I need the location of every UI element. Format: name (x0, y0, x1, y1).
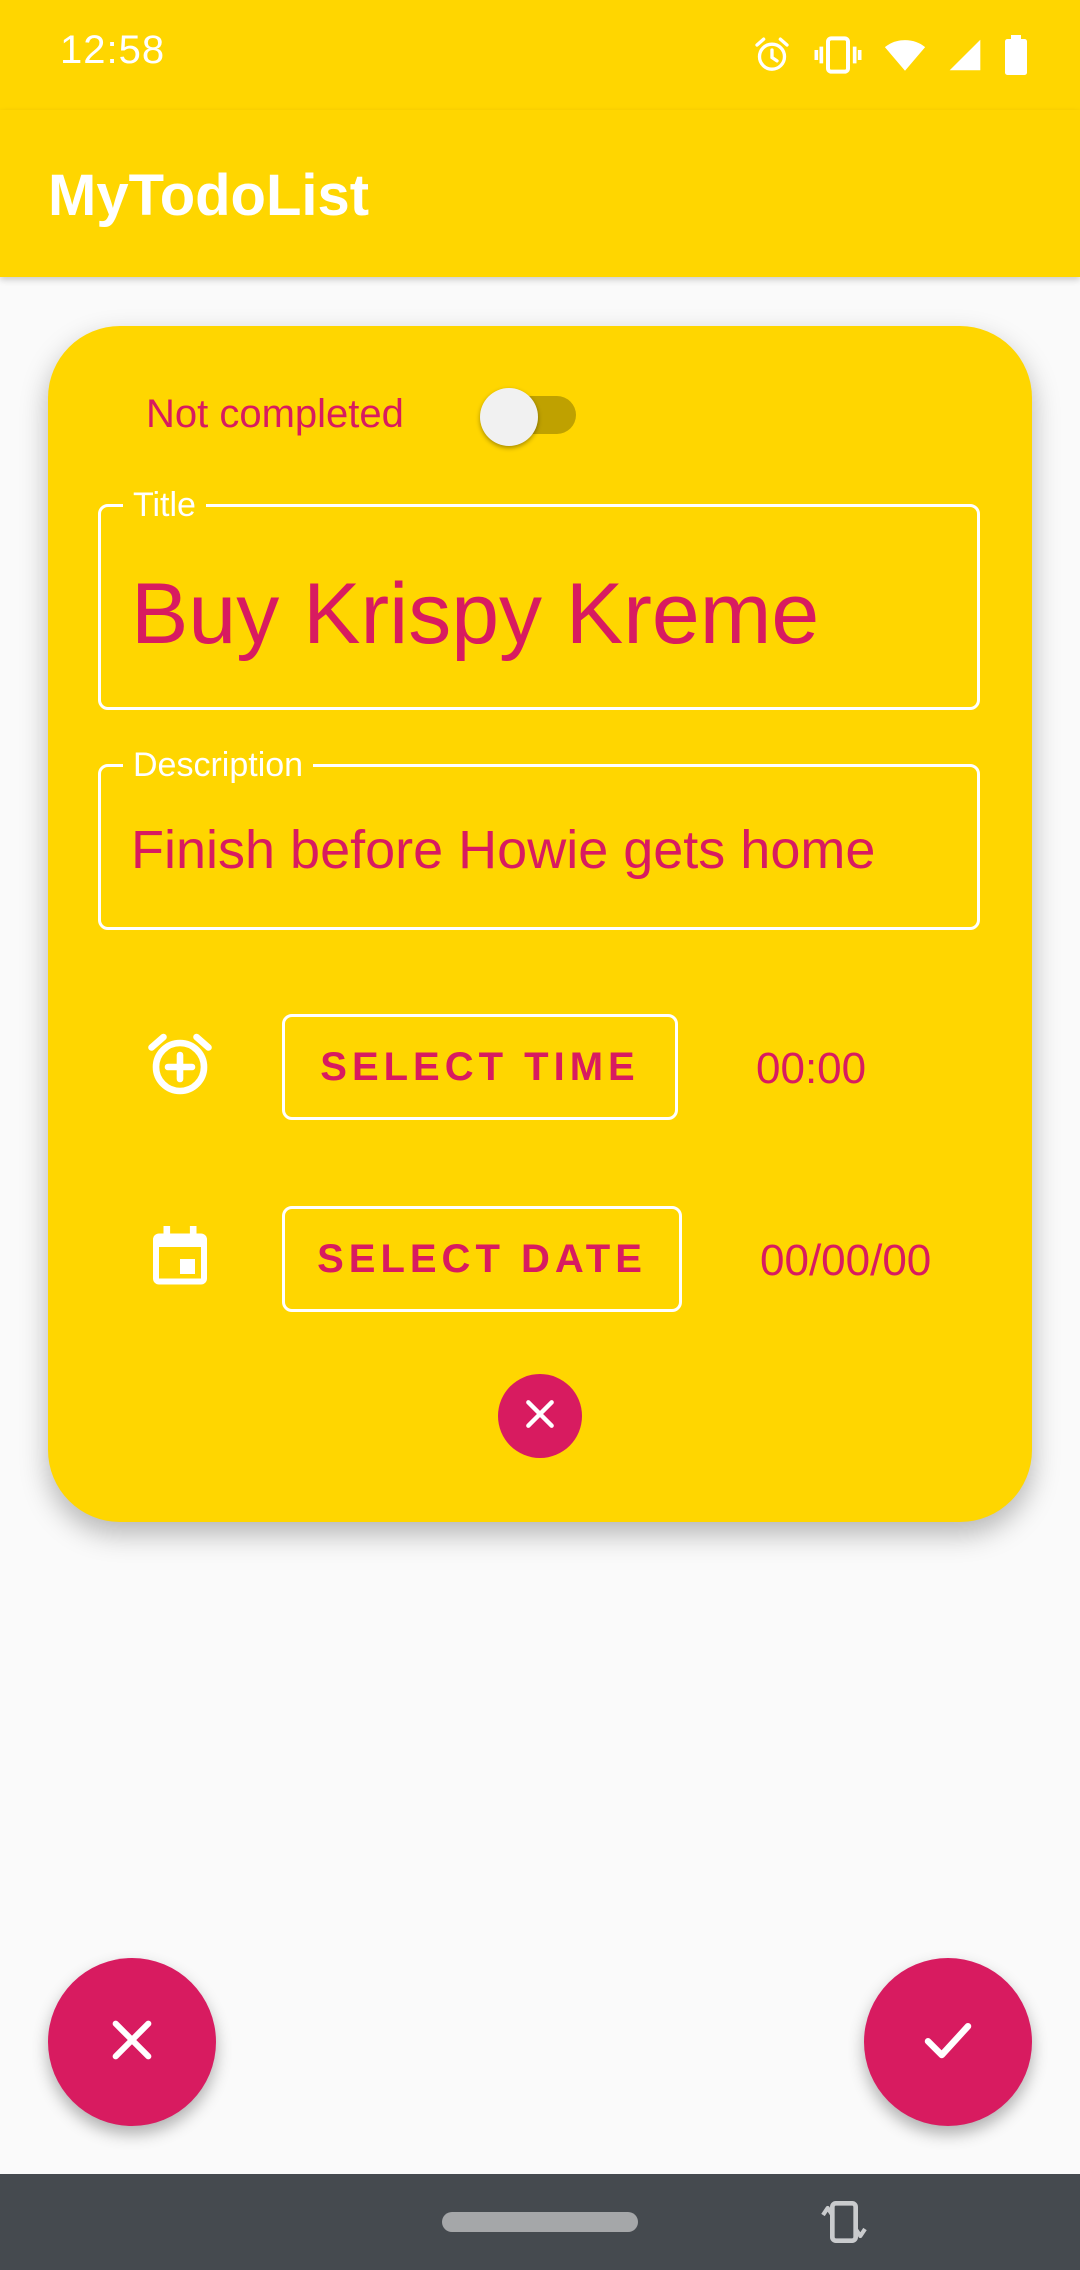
status-time: 12:58 (60, 28, 166, 72)
cell-signal-icon (948, 38, 982, 72)
completed-switch[interactable] (480, 378, 580, 446)
status-icons (752, 30, 1028, 80)
rotate-icon[interactable] (816, 2194, 872, 2250)
app-bar: MyTodoList (0, 110, 1080, 277)
home-pill[interactable] (442, 2212, 638, 2232)
wifi-icon (884, 37, 926, 73)
status-bar: 12:58 (0, 0, 1080, 110)
vibrate-icon (814, 35, 862, 75)
app-title: MyTodoList (48, 163, 370, 228)
clear-datetime-button[interactable] (498, 1374, 582, 1458)
description-input[interactable]: Finish before Howie gets home (131, 819, 875, 881)
battery-icon (1004, 35, 1028, 75)
select-date-button[interactable]: SELECT DATE (282, 1206, 682, 1312)
confirm-fab[interactable] (864, 1958, 1032, 2126)
cancel-fab[interactable] (48, 1958, 216, 2126)
completed-label: Not completed (146, 392, 404, 436)
close-icon (520, 1394, 560, 1439)
add-alarm-icon (144, 1028, 216, 1100)
date-value: 00/00/00 (760, 1236, 932, 1285)
switch-thumb (480, 388, 538, 446)
calendar-icon (144, 1220, 216, 1292)
title-field[interactable]: Title Buy Krispy Kreme (98, 487, 980, 710)
navigation-bar (0, 2174, 1080, 2270)
title-field-label: Title (123, 487, 206, 523)
title-input[interactable]: Buy Krispy Kreme (131, 565, 819, 664)
description-field[interactable]: Description Finish before Howie gets hom… (98, 747, 980, 930)
todo-card: Not completed Title Buy Krispy Kreme Des… (48, 326, 1032, 1522)
time-value: 00:00 (756, 1044, 867, 1093)
check-icon (918, 2010, 978, 2075)
alarm-icon (752, 35, 792, 75)
close-icon (104, 2012, 160, 2073)
description-field-label: Description (123, 747, 314, 783)
select-time-button[interactable]: SELECT TIME (282, 1014, 678, 1120)
